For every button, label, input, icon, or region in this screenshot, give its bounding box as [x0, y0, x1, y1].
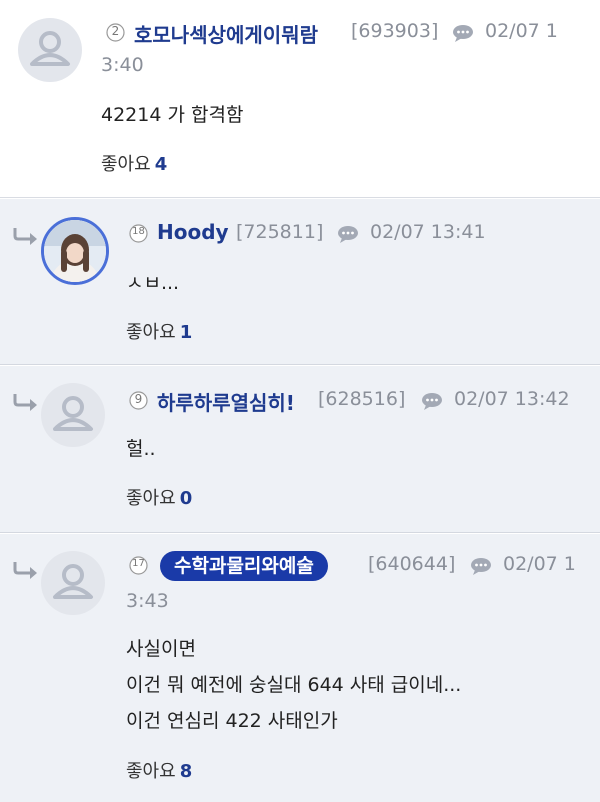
like-count: 0: [179, 488, 193, 509]
like-label: 좋아요: [101, 154, 151, 175]
level-number: 2: [111, 24, 120, 38]
like-button[interactable]: 좋아요 8: [126, 757, 192, 783]
comment-line: 42214 가 합격함: [101, 104, 244, 126]
timestamp: 02/07 13:42: [454, 388, 570, 410]
comment-line: 이건 뭐 예전에 숭실대 644 사태 급이네...: [126, 674, 462, 696]
like-label: 좋아요: [126, 322, 176, 343]
like-count: 1: [179, 322, 193, 343]
user-id: [725811]: [236, 221, 324, 243]
speech-bubble-icon[interactable]: [452, 24, 474, 42]
like-button[interactable]: 좋아요 4: [101, 150, 167, 176]
comment-body: ㅅㅂ...: [126, 265, 179, 301]
default-avatar-icon[interactable]: [18, 18, 82, 82]
comment-item: 2 호모나섹상에게이뭐람 [693903] 02/07 1 3:40 42214…: [0, 0, 600, 198]
default-avatar-icon[interactable]: [41, 383, 105, 447]
reply-arrow-icon: [13, 394, 37, 411]
reply-item: 9 하루하루열심히! [628516] 02/07 13:42 헐.. 좋아요 0: [0, 366, 600, 533]
comment-body: 42214 가 합격함: [101, 97, 243, 133]
user-id: [693903]: [351, 20, 439, 42]
comment-body: 사실이면 이건 뭐 예전에 숭실대 644 사태 급이네... 이건 연심리 4…: [126, 631, 461, 739]
timestamp: 02/07 1: [485, 20, 558, 42]
reply-item: 17 수학과물리와예술 [640644] 02/07 1 3:43 사실이면 이…: [0, 534, 600, 802]
user-id: [628516]: [318, 388, 406, 410]
like-label: 좋아요: [126, 761, 176, 782]
nickname-link[interactable]: 수학과물리와예술: [160, 551, 328, 581]
speech-bubble-icon[interactable]: [470, 557, 492, 575]
reply-arrow-icon: [13, 562, 37, 579]
nickname-link[interactable]: Hoody: [157, 220, 229, 244]
reply-item: 18 Hoody [725811] 02/07 13:41 ㅅㅂ... 좋아요 1: [0, 199, 600, 365]
comment-line: 헐..: [126, 438, 156, 460]
timestamp-continued: 3:43: [126, 590, 169, 612]
level-number: 9: [134, 392, 143, 406]
comment-line: 이건 연심리 422 사태인가: [126, 710, 338, 732]
timestamp: 02/07 13:41: [370, 221, 486, 243]
like-button[interactable]: 좋아요 0: [126, 484, 192, 510]
like-button[interactable]: 좋아요 1: [126, 318, 192, 344]
level-number: 18: [132, 226, 145, 237]
comment-body: 헐..: [126, 431, 156, 467]
level-number: 17: [132, 558, 145, 569]
photo-avatar[interactable]: [41, 217, 109, 285]
reply-arrow-icon: [13, 228, 37, 245]
timestamp: 02/07 1: [503, 553, 576, 575]
like-label: 좋아요: [126, 488, 176, 509]
speech-bubble-icon[interactable]: [421, 392, 443, 410]
timestamp-continued: 3:40: [101, 54, 144, 76]
speech-bubble-icon[interactable]: [337, 225, 359, 243]
like-count: 8: [179, 761, 193, 782]
comment-line: 사실이면: [126, 638, 196, 660]
nickname-link[interactable]: 하루하루열심히!: [157, 387, 295, 416]
nickname-link[interactable]: 호모나섹상에게이뭐람: [134, 19, 318, 48]
comment-line: ㅅㅂ...: [126, 272, 180, 294]
default-avatar-icon[interactable]: [41, 551, 105, 615]
like-count: 4: [154, 154, 168, 175]
user-id: [640644]: [368, 553, 456, 575]
